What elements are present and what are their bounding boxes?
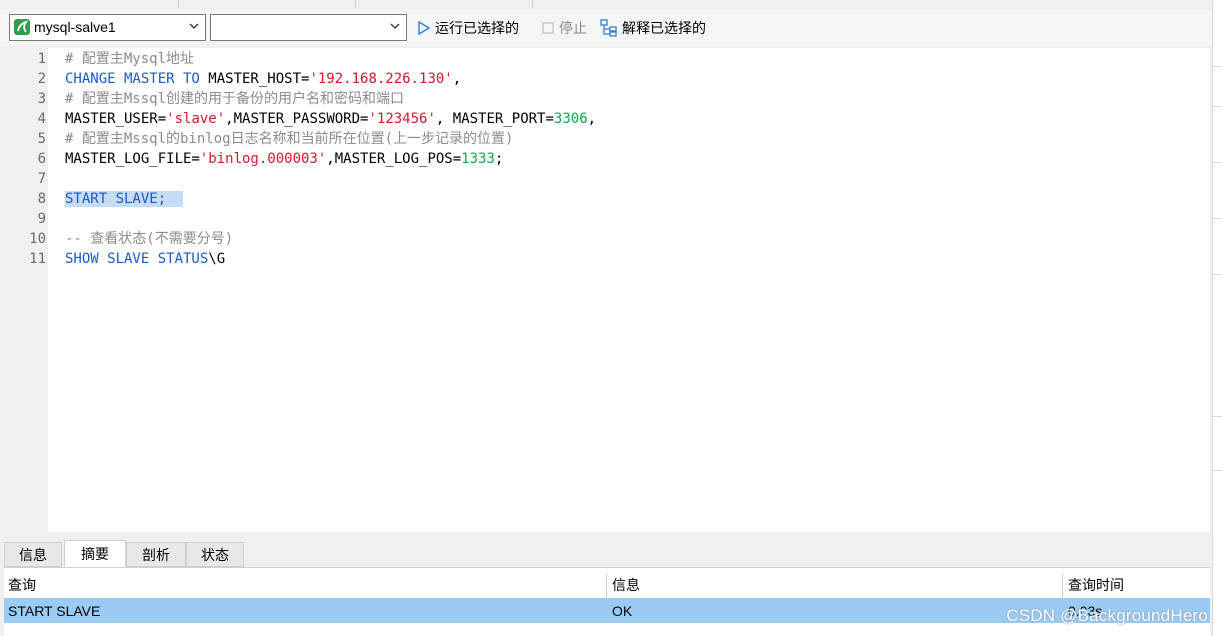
- code-token: MASTER_LOG_FILE=: [65, 151, 200, 167]
- tab-summary[interactable]: 摘要: [64, 540, 126, 567]
- result-tabs: 信息 摘要 剖析 状态: [4, 540, 1210, 567]
- code-token: ,: [587, 111, 597, 127]
- explain-selected-button[interactable]: 解释已选择的: [600, 18, 706, 38]
- database-select[interactable]: [210, 14, 407, 41]
- code-token: # 配置主Mssql的binlog日志名称和当前所在位置(上一步记录的位置): [65, 131, 514, 147]
- rail-divider: [1213, 416, 1222, 417]
- explain-selected-label: 解释已选择的: [622, 21, 706, 37]
- code-token: '123456': [368, 111, 436, 127]
- code-line[interactable]: CHANGE MASTER TO MASTER_HOST='192.168.22…: [65, 69, 461, 89]
- chevron-down-icon: [390, 23, 400, 29]
- line-number: 11: [29, 251, 46, 267]
- tab-info-label: 信息: [19, 547, 47, 564]
- code-token: ,MASTER_LOG_POS=: [326, 151, 462, 167]
- stop-button[interactable]: 停止: [541, 18, 587, 38]
- code-token: START SLAVE;: [65, 191, 167, 207]
- code-line[interactable]: # 配置主Mysql地址: [65, 49, 194, 69]
- sql-editor[interactable]: 1 2 3 4 5 6 7 8 9 10 11 # 配置主Mysql地址 CHANGE MASTER …: [4, 48, 1210, 532]
- column-header-query[interactable]: 查询: [4, 574, 36, 596]
- explain-tree-icon: [600, 19, 617, 37]
- line-number-gutter: 1 2 3 4 5 6 7 8 9 10 11: [4, 48, 48, 532]
- rail-divider: [1213, 218, 1222, 219]
- line-number: 1: [37, 51, 46, 67]
- rail-divider: [1213, 106, 1222, 107]
- code-token: ,: [452, 71, 462, 87]
- query-toolbar: mysql-salve1 运行已选择的 停止 解释已选择的: [0, 10, 1212, 46]
- code-token: # 配置主Mssql创建的用于备份的用户名和密码和端口: [65, 91, 404, 107]
- line-number: 8: [37, 191, 46, 207]
- top-strip: [0, 0, 1212, 10]
- mysql-connection-icon: [14, 19, 30, 35]
- top-divider: [355, 0, 356, 8]
- watermark: CSDN @BackgroundHero: [1006, 606, 1208, 625]
- line-number: 5: [37, 131, 46, 147]
- code-token: -- 查看状态(不需要分号): [65, 231, 234, 247]
- code-line[interactable]: -- 查看状态(不需要分号): [65, 229, 233, 249]
- code-token: 'binlog.000003': [199, 151, 327, 167]
- code-token: # 配置主Mysql地址: [65, 51, 195, 67]
- code-line[interactable]: # 配置主Mssql的binlog日志名称和当前所在位置(上一步记录的位置): [65, 129, 513, 149]
- line-number: 10: [29, 231, 46, 247]
- code-token: \G: [208, 251, 226, 267]
- rail-divider: [1213, 470, 1222, 471]
- top-divider: [178, 0, 179, 8]
- tab-profile[interactable]: 剖析: [126, 542, 186, 567]
- cell-query: START SLAVE: [8, 602, 101, 619]
- tab-status[interactable]: 状态: [186, 542, 244, 567]
- tab-info[interactable]: 信息: [4, 542, 62, 567]
- code-token: ;: [494, 151, 504, 167]
- code-token: [166, 191, 184, 207]
- rail-divider: [1213, 66, 1222, 67]
- code-token: 3306: [553, 111, 588, 127]
- code-token: SHOW SLAVE STATUS: [65, 251, 209, 267]
- stop-label: 停止: [559, 21, 587, 37]
- run-selected-button[interactable]: 运行已选择的: [417, 18, 519, 38]
- code-token: ,MASTER_PASSWORD=: [225, 111, 369, 127]
- line-number: 6: [37, 151, 46, 167]
- stop-icon: [542, 22, 554, 34]
- top-divider: [532, 0, 533, 8]
- code-token: 1333: [461, 151, 495, 167]
- line-number: 4: [37, 111, 46, 127]
- connection-select[interactable]: mysql-salve1: [9, 14, 206, 41]
- code-line[interactable]: SHOW SLAVE STATUS\G: [65, 249, 225, 269]
- line-number: 3: [37, 91, 46, 107]
- column-header-query-time[interactable]: 查询时间: [1064, 574, 1124, 596]
- rail-divider: [1213, 274, 1222, 275]
- code-token: MASTER_USER=: [65, 111, 167, 127]
- code-line[interactable]: MASTER_USER='slave',MASTER_PASSWORD='123…: [65, 109, 596, 129]
- code-token: '192.168.226.130': [309, 71, 453, 87]
- connection-select-value: mysql-salve1: [34, 19, 116, 35]
- line-number: 7: [37, 171, 46, 187]
- column-header-message[interactable]: 信息: [608, 574, 640, 596]
- code-line[interactable]: START SLAVE;: [65, 189, 184, 209]
- cell-message: OK: [612, 602, 633, 619]
- tab-status-label: 状态: [201, 547, 229, 564]
- code-line[interactable]: # 配置主Mssql创建的用于备份的用户名和密码和端口: [65, 89, 404, 109]
- rail-divider: [1213, 162, 1222, 163]
- code-line[interactable]: MASTER_LOG_FILE='binlog.000003',MASTER_L…: [65, 149, 503, 169]
- code-token: MASTER_HOST=: [199, 71, 310, 87]
- code-token: , MASTER_PORT=: [435, 111, 554, 127]
- right-scroll-rail[interactable]: [1212, 0, 1222, 636]
- run-selected-label: 运行已选择的: [435, 21, 519, 37]
- code-token: CHANGE MASTER TO: [65, 71, 200, 87]
- line-number: 9: [37, 211, 46, 227]
- tab-summary-label: 摘要: [81, 546, 109, 563]
- line-number: 2: [37, 71, 46, 87]
- tab-profile-label: 剖析: [142, 547, 170, 564]
- play-icon: [418, 20, 431, 36]
- code-token: 'slave': [166, 111, 226, 127]
- chevron-down-icon: [189, 23, 199, 29]
